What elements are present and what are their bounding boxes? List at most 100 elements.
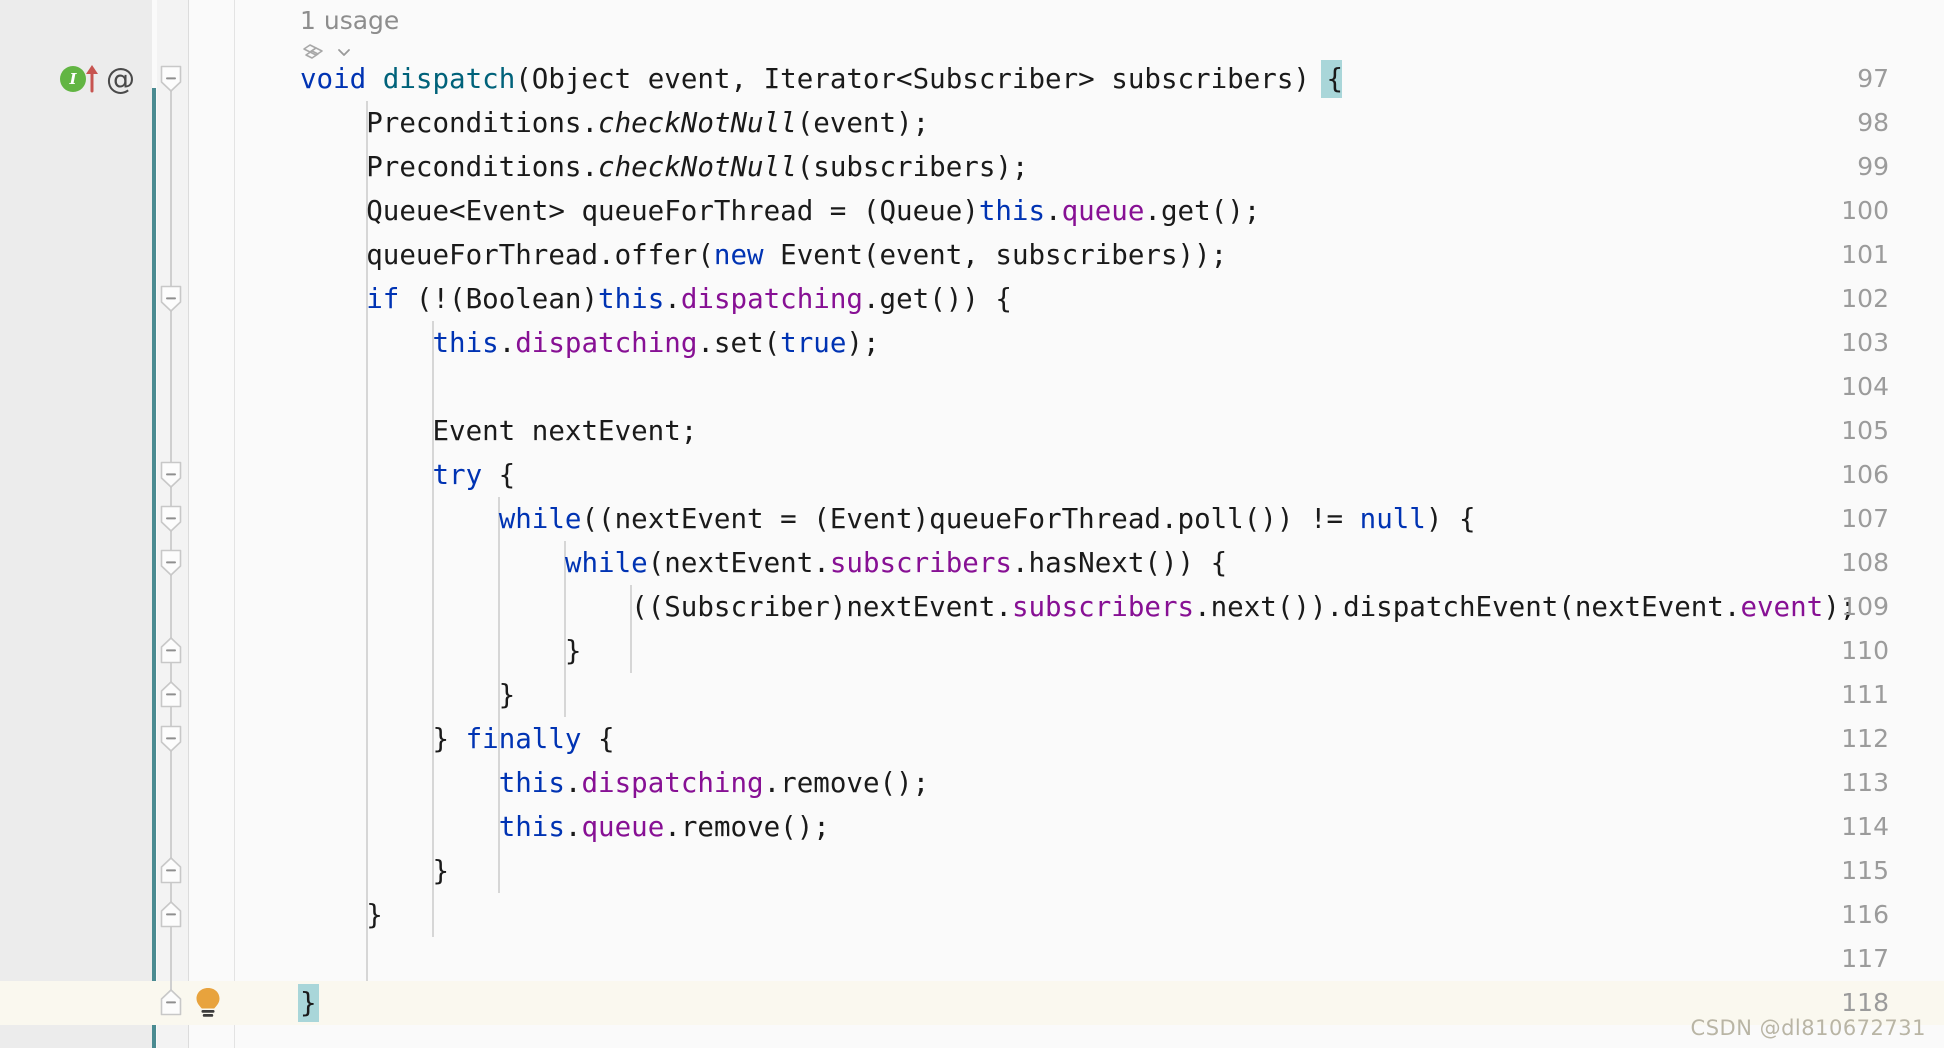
code-token: . <box>564 811 582 843</box>
code-line[interactable]: } <box>300 673 516 717</box>
fold-marker-up[interactable] <box>160 681 182 709</box>
line-number-105[interactable]: 105 <box>1792 409 1944 453</box>
editor-gutter[interactable] <box>0 0 152 1048</box>
line-number-116[interactable]: 116 <box>1792 893 1944 937</box>
line-number-98[interactable]: 98 <box>1792 101 1944 145</box>
code-token: .remove(); <box>763 767 930 799</box>
code-token: } <box>300 635 582 667</box>
code-line[interactable]: Queue<Event> queueForThread = (Queue)thi… <box>300 189 1260 233</box>
vcs-change-marker[interactable] <box>152 88 156 1048</box>
line-number-115[interactable]: 115 <box>1792 849 1944 893</box>
code-token: ((nextEvent = (Event)queueForThread.poll… <box>581 503 1360 535</box>
fold-marker-down[interactable] <box>160 549 182 577</box>
fold-marker-up[interactable] <box>160 637 182 665</box>
line-number-97[interactable]: 97 <box>1792 57 1944 101</box>
code-line[interactable]: this.queue.remove(); <box>300 805 830 849</box>
code-line[interactable]: while(nextEvent.subscribers.hasNext()) { <box>300 541 1227 585</box>
code-token: this <box>432 327 499 359</box>
fold-marker-up[interactable] <box>160 989 182 1017</box>
line-number-102[interactable]: 102 <box>1792 277 1944 321</box>
line-number-106[interactable]: 106 <box>1792 453 1944 497</box>
fold-marker-down[interactable] <box>160 285 182 313</box>
line-number-103[interactable]: 103 <box>1792 321 1944 365</box>
code-token: ); <box>846 327 880 359</box>
fold-region-line <box>170 741 172 869</box>
code-line[interactable]: Event nextEvent; <box>300 409 697 453</box>
code-token: this <box>498 811 565 843</box>
line-number-109[interactable]: 109 <box>1792 585 1944 629</box>
code-token: (!(Boolean) <box>399 283 599 315</box>
code-token: { <box>482 459 516 491</box>
code-token: (nextEvent. <box>647 547 830 579</box>
fold-marker-down[interactable] <box>160 505 182 533</box>
code-token: Event(event, subscribers)); <box>763 239 1228 271</box>
fold-marker-down[interactable] <box>160 65 182 93</box>
code-token: true <box>780 327 847 359</box>
code-token: . <box>1045 195 1062 227</box>
code-token: this <box>498 767 565 799</box>
code-line[interactable]: Preconditions.checkNotNull(subscribers); <box>300 145 1028 189</box>
code-line[interactable]: } <box>300 629 582 673</box>
line-number-107[interactable]: 107 <box>1792 497 1944 541</box>
line-number-99[interactable]: 99 <box>1792 145 1944 189</box>
code-line[interactable]: this.dispatching.remove(); <box>300 761 930 805</box>
code-token: queue <box>581 811 665 843</box>
annotation-icon[interactable]: @ <box>106 65 135 94</box>
fold-region-line <box>170 301 172 473</box>
code-token: ) { <box>1425 503 1476 535</box>
code-line[interactable]: } <box>300 981 317 1025</box>
line-number-100[interactable]: 100 <box>1792 189 1944 233</box>
inlay-hint-usages[interactable]: 1 usage <box>300 6 399 36</box>
code-line[interactable]: void dispatch(Object event, Iterator<Sub… <box>300 57 1343 101</box>
line-number-110[interactable]: 110 <box>1792 629 1944 673</box>
code-token: (Object event, Iterator<Subscriber> subs… <box>515 63 1327 95</box>
line-number-114[interactable]: 114 <box>1792 805 1944 849</box>
code-token: } <box>300 723 466 755</box>
code-token: .next()).dispatchEvent(nextEvent. <box>1194 591 1741 623</box>
code-line[interactable]: } <box>300 849 449 893</box>
code-token: while <box>498 503 582 535</box>
code-line[interactable]: queueForThread.offer(new Event(event, su… <box>300 233 1227 277</box>
code-line[interactable]: Preconditions.checkNotNull(event); <box>300 101 929 145</box>
intention-bulb-icon[interactable] <box>192 986 224 1020</box>
code-token: queue <box>1061 195 1145 227</box>
fold-marker-down[interactable] <box>160 725 182 753</box>
code-token: { <box>1326 63 1344 95</box>
code-token: this <box>978 195 1046 227</box>
code-token: } <box>300 679 516 711</box>
implementing-method-icon[interactable]: I <box>60 66 86 92</box>
line-number-104[interactable]: 104 <box>1792 365 1944 409</box>
code-token: finally <box>465 723 582 755</box>
fold-marker-up[interactable] <box>160 857 182 885</box>
line-number-113[interactable]: 113 <box>1792 761 1944 805</box>
code-token: } <box>300 899 383 931</box>
code-line[interactable]: while((nextEvent = (Event)queueForThread… <box>300 497 1476 541</box>
line-number-112[interactable]: 112 <box>1792 717 1944 761</box>
code-token: while <box>564 547 648 579</box>
fold-marker-down[interactable] <box>160 461 182 489</box>
overriding-arrow-icon[interactable] <box>84 63 100 93</box>
code-token: dispatching <box>581 767 764 799</box>
line-number-111[interactable]: 111 <box>1792 673 1944 717</box>
fold-marker-up[interactable] <box>160 901 182 929</box>
code-token: subscribers <box>829 547 1012 579</box>
code-line[interactable]: this.dispatching.set(true); <box>300 321 880 365</box>
code-editor[interactable]: 1 usage void dispatch(Object event, Iter… <box>0 0 1944 1048</box>
fold-region-line <box>170 81 172 297</box>
line-number-117[interactable]: 117 <box>1792 937 1944 981</box>
code-line[interactable]: } <box>300 893 383 937</box>
gutter-divider <box>188 0 189 1048</box>
code-line[interactable]: try { <box>300 453 515 497</box>
code-token: dispatching <box>515 327 698 359</box>
line-number-101[interactable]: 101 <box>1792 233 1944 277</box>
code-line[interactable]: if (!(Boolean)this.dispatching.get()) { <box>300 277 1012 321</box>
line-number-108[interactable]: 108 <box>1792 541 1944 585</box>
code-line[interactable]: ((Subscriber)nextEvent.subscribers.next(… <box>300 585 1856 629</box>
editor-code-area[interactable]: 1 usage void dispatch(Object event, Iter… <box>235 0 1944 1048</box>
code-line[interactable]: } finally { <box>300 717 614 761</box>
